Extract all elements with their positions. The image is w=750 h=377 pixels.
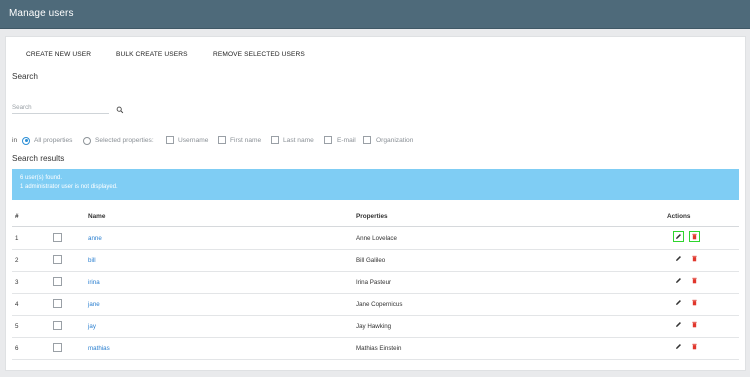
table-row: 3 irina Irina Pasteur bbox=[12, 271, 739, 294]
selected-properties-label[interactable]: Selected properties: bbox=[95, 137, 154, 144]
selected-properties-radio[interactable] bbox=[83, 136, 91, 145]
edit-user-button[interactable] bbox=[673, 297, 684, 308]
user-properties: Mathias Einstein bbox=[356, 345, 402, 352]
all-properties-label[interactable]: All properties bbox=[34, 137, 72, 144]
user-properties: Jane Copernicus bbox=[356, 301, 403, 308]
user-properties: Anne Lovelace bbox=[356, 235, 397, 242]
trash-icon bbox=[692, 233, 697, 240]
row-select-checkbox[interactable] bbox=[53, 233, 62, 242]
edit-user-button[interactable] bbox=[673, 231, 684, 242]
last-name-label: Last name bbox=[283, 137, 314, 144]
delete-user-button[interactable] bbox=[689, 231, 700, 242]
delete-user-button[interactable] bbox=[689, 341, 700, 352]
row-number: 6 bbox=[15, 345, 19, 352]
header-number: # bbox=[15, 213, 19, 220]
table-header: # Name Properties Actions bbox=[12, 208, 739, 227]
all-properties-radio[interactable] bbox=[22, 136, 30, 145]
row-number: 4 bbox=[15, 301, 19, 308]
row-select-checkbox[interactable] bbox=[53, 343, 62, 352]
user-properties: Bill Galileo bbox=[356, 257, 386, 264]
row-select-checkbox[interactable] bbox=[53, 277, 62, 286]
email-checkbox[interactable] bbox=[324, 136, 332, 144]
search-input[interactable] bbox=[12, 102, 109, 114]
user-name-link[interactable]: anne bbox=[88, 235, 102, 242]
row-number: 1 bbox=[15, 235, 19, 242]
trash-icon bbox=[692, 255, 697, 262]
table-row: 2 bill Bill Galileo bbox=[12, 249, 739, 272]
username-checkbox[interactable] bbox=[166, 136, 174, 144]
trash-icon bbox=[692, 299, 697, 306]
create-new-user-button[interactable]: CREATE NEW USER bbox=[26, 51, 91, 58]
row-select-checkbox[interactable] bbox=[53, 321, 62, 330]
user-name-link[interactable]: bill bbox=[88, 257, 96, 264]
search-icon[interactable] bbox=[116, 106, 124, 114]
table-row: 6 mathias Mathias Einstein bbox=[12, 337, 739, 360]
edit-user-button[interactable] bbox=[673, 319, 684, 330]
remove-selected-users-button[interactable]: REMOVE SELECTED USERS bbox=[213, 51, 305, 58]
row-number: 2 bbox=[15, 257, 19, 264]
last-name-checkbox[interactable] bbox=[271, 136, 279, 144]
user-name-link[interactable]: mathias bbox=[88, 345, 110, 352]
trash-icon bbox=[692, 277, 697, 284]
user-name-link[interactable]: jay bbox=[88, 323, 96, 330]
trash-icon bbox=[692, 321, 697, 328]
users-found-text: 6 user(s) found. bbox=[20, 175, 63, 181]
pencil-icon bbox=[676, 322, 681, 327]
edit-user-button[interactable] bbox=[673, 275, 684, 286]
user-name-link[interactable]: jane bbox=[88, 301, 100, 308]
pencil-icon bbox=[676, 344, 681, 349]
pencil-icon bbox=[676, 256, 681, 261]
header-properties: Properties bbox=[356, 213, 388, 220]
pencil-icon bbox=[676, 234, 681, 239]
header-actions: Actions bbox=[667, 213, 691, 220]
app-header: Manage users bbox=[0, 0, 750, 29]
organization-checkbox[interactable] bbox=[363, 136, 371, 144]
results-info-banner: 6 user(s) found. 1 administrator user is… bbox=[12, 169, 739, 200]
admin-hidden-note: 1 administrator user is not displayed. bbox=[20, 184, 118, 190]
delete-user-button[interactable] bbox=[689, 319, 700, 330]
bulk-create-users-button[interactable]: BULK CREATE USERS bbox=[116, 51, 188, 58]
header-name: Name bbox=[88, 213, 106, 220]
table-row: 4 jane Jane Copernicus bbox=[12, 293, 739, 316]
row-number: 3 bbox=[15, 279, 19, 286]
trash-icon bbox=[692, 343, 697, 350]
delete-user-button[interactable] bbox=[689, 297, 700, 308]
table-row: 5 jay Jay Hawking bbox=[12, 315, 739, 338]
delete-user-button[interactable] bbox=[689, 253, 700, 264]
row-select-checkbox[interactable] bbox=[53, 299, 62, 308]
search-results-title: Search results bbox=[12, 154, 65, 163]
user-name-link[interactable]: irina bbox=[88, 279, 100, 286]
pencil-icon bbox=[676, 300, 681, 305]
user-properties: Jay Hawking bbox=[356, 323, 392, 330]
in-label: in bbox=[12, 137, 18, 144]
row-number: 5 bbox=[15, 323, 19, 330]
first-name-checkbox[interactable] bbox=[218, 136, 226, 144]
table-row: 1 anne Anne Lovelace bbox=[12, 227, 739, 250]
username-label: Username bbox=[178, 137, 209, 144]
edit-user-button[interactable] bbox=[673, 253, 684, 264]
first-name-label: First name bbox=[230, 137, 262, 144]
email-label: E-mail bbox=[337, 137, 356, 144]
search-section-title: Search bbox=[12, 72, 38, 81]
row-select-checkbox[interactable] bbox=[53, 255, 62, 264]
page-title: Manage users bbox=[9, 8, 74, 19]
manage-users-panel: CREATE NEW USER BULK CREATE USERS REMOVE… bbox=[6, 37, 745, 370]
pencil-icon bbox=[676, 278, 681, 283]
user-properties: Irina Pasteur bbox=[356, 279, 392, 286]
edit-user-button[interactable] bbox=[673, 341, 684, 352]
delete-user-button[interactable] bbox=[689, 275, 700, 286]
organization-label: Organization bbox=[376, 137, 414, 144]
